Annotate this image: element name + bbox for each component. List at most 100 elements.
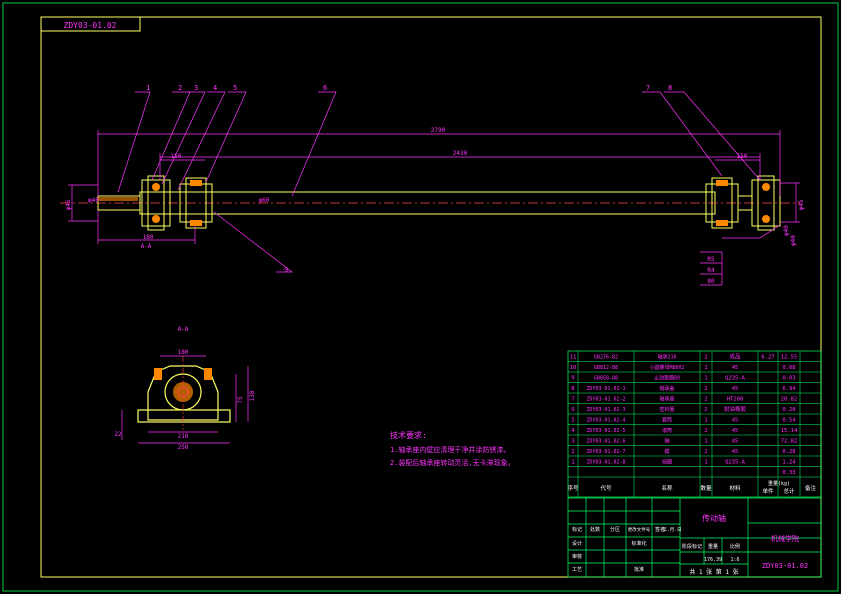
bom-cell: 轴承盖 <box>659 385 674 392</box>
bom-cell: 5 <box>571 418 574 424</box>
dim-section-height-2: 75 <box>237 396 244 404</box>
tb-checker: 审核 <box>572 553 582 560</box>
callout-5: 5 <box>233 84 237 92</box>
bom-cell: Q235-A <box>725 460 746 466</box>
bom-cell: 轴承216 <box>657 354 676 361</box>
notes-line-1: 1.轴承座内壁应清理干净并涂防锈漆。 <box>390 445 510 454</box>
right-hub-bolt-top <box>716 180 728 186</box>
dim-section-top-width: 180 <box>178 349 189 356</box>
bom-cell: 45 <box>732 439 739 445</box>
drawing-frame <box>40 16 822 578</box>
tb-change: 更改文件号 <box>628 526 651 533</box>
tb-date: 年.月.日 <box>663 526 682 533</box>
bom-cell: 耐油橡胶 <box>724 405 747 413</box>
dim-right-keyway-3: 80 <box>707 278 715 285</box>
bom-cell: ZDY03-01.02-3 <box>586 407 625 413</box>
tb-count: 处数 <box>590 526 600 533</box>
bom-cell: 6.27 <box>761 355 774 361</box>
tb-sheet: 共 1 张 第 1 张 <box>689 568 738 576</box>
callout-8: 8 <box>668 84 672 92</box>
bom-cell: 10 <box>570 365 577 371</box>
bom-cell: 12.55 <box>781 355 798 361</box>
bom-header-weight: 重量(kg) <box>768 480 790 487</box>
section-label: A-A <box>178 326 189 333</box>
callout-7: 7 <box>646 84 650 92</box>
tb-weight-value: 176.39 <box>704 557 722 563</box>
bom-cell: ZDY03-01.02-1 <box>586 386 625 392</box>
tb-scale-label: 比例 <box>730 543 740 550</box>
bom-cell: 1 <box>704 365 707 371</box>
callout-9: 9 <box>284 266 288 274</box>
bom-cell: 0.54 <box>782 418 796 424</box>
bom-cell: 72.82 <box>781 439 798 445</box>
bom-cell: 0.33 <box>782 470 795 476</box>
bom-header-cell: 备注 <box>805 484 817 492</box>
tb-scale: 1:6 <box>730 557 739 563</box>
bom-cell: GB276-82 <box>594 355 618 361</box>
dim-left-offset: 150 <box>171 153 182 160</box>
left-bearing-ball-bottom <box>152 215 160 223</box>
dim-right-keyway-2: R4 <box>707 267 715 274</box>
dim-overall-length: 2790 <box>431 127 446 134</box>
bom-cell: 20.82 <box>781 397 798 403</box>
bom-cell: ZDY03-01.02-5 <box>586 428 625 434</box>
bom-cell: GB858-88 <box>594 376 618 382</box>
bom-cell: 45 <box>732 365 739 371</box>
dim-right-end-dia: φ45 <box>798 199 805 210</box>
bom-cell: ZDY03-01.02-4 <box>586 418 625 424</box>
left-hub-bolt-top <box>190 180 202 186</box>
tb-standardization: 标准化 <box>631 540 646 547</box>
tb-part-title: 传动轴 <box>702 513 726 523</box>
tb-company: 机械学院 <box>771 534 799 543</box>
bom-cell: 1 <box>704 376 707 382</box>
bom-cell: 2 <box>704 397 707 403</box>
outer-border <box>2 2 839 592</box>
callout-1: 1 <box>146 84 150 92</box>
callout-3: 3 <box>194 84 198 92</box>
bom-cell: 0.68 <box>782 365 795 371</box>
dim-shaft-dia: φ60 <box>259 197 270 204</box>
callout-6: 6 <box>323 84 327 92</box>
bom-cell: 键 <box>664 448 669 455</box>
bom-header-cell: 序号 <box>567 484 579 492</box>
bom-header-cell: 数量 <box>700 484 712 492</box>
dim-inner-length: 2430 <box>453 150 468 157</box>
dim-section-height-1: 130 <box>249 390 256 401</box>
bom-cell: 密封圈 <box>659 406 674 413</box>
bom-cell: 15.14 <box>781 428 798 434</box>
bom-cell: 45 <box>732 418 739 424</box>
dim-left-end-dia: φ45 <box>65 199 72 210</box>
bom-cell: 滚筒 <box>662 427 672 434</box>
bom-header-cell: 总计 <box>783 487 795 495</box>
tb-mark: 标记 <box>572 526 582 533</box>
bom-cell: 止动垫圈80 <box>654 375 680 382</box>
bom-cell: 1 <box>704 418 707 424</box>
tb-approve: 批准 <box>634 566 644 573</box>
dim-right-small-2: φ40 <box>790 235 797 246</box>
left-hub-bolt-bottom <box>190 220 202 226</box>
bom-cell: 1 <box>704 460 707 466</box>
drawing-number-bottom: ZDY03-01.02 <box>762 562 808 570</box>
bom-header-cell: 材料 <box>729 484 741 492</box>
bom-cell: 轴承座 <box>659 396 674 403</box>
bom-cell: 0.03 <box>782 376 795 382</box>
dim-section-side: 22 <box>114 431 122 438</box>
bom-cell: HT200 <box>727 397 744 403</box>
bom-cell: 0.28 <box>782 407 795 413</box>
dim-section-base-2: 250 <box>178 444 189 451</box>
bom-cell: 套筒 <box>662 417 672 424</box>
dim-right-small-1: φ40 <box>783 225 790 236</box>
bom-cell: 2 <box>571 449 574 455</box>
bom-cell: 成品 <box>729 353 741 361</box>
bom-cell: ZDY03-01.02-8 <box>586 460 625 466</box>
bom-cell: GB812-88 <box>594 365 618 371</box>
bearing-block-section <box>137 356 231 430</box>
bom-header-cell: 单件 <box>762 487 774 495</box>
left-thread <box>98 197 138 201</box>
dim-right-offset: 150 <box>737 153 748 160</box>
bom-cell: 2 <box>704 449 707 455</box>
right-hub-bolt-bottom <box>716 220 728 226</box>
drawing-number-top: ZDY03-01.02 <box>64 21 117 30</box>
tb-stage-mark: 阶段标记 <box>682 543 702 550</box>
shaft-assembly <box>60 175 800 231</box>
